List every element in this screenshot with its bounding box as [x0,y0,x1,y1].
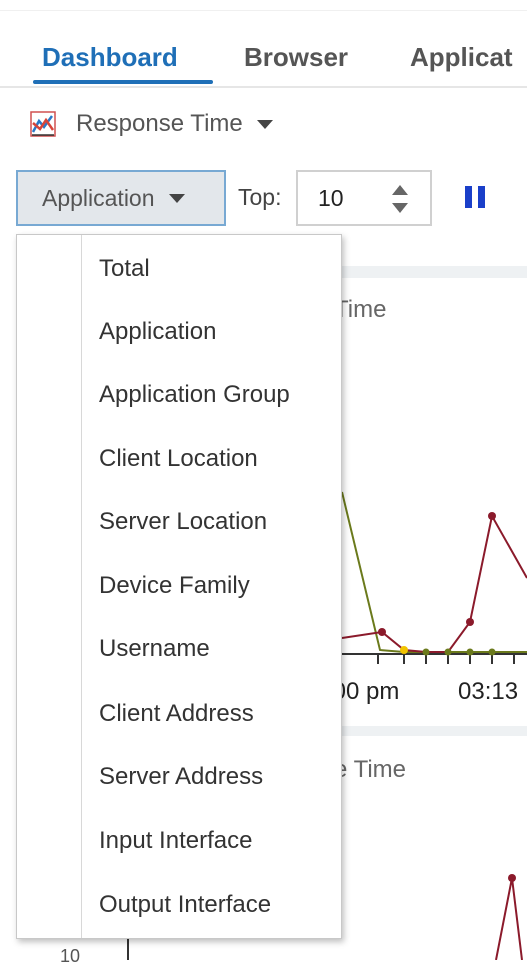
menu-item-server-address[interactable]: Server Address [99,757,339,797]
menu-item-server-location[interactable]: Server Location [99,502,339,542]
menu-item-application-group[interactable]: Application Group [99,375,339,415]
report-selector[interactable]: Response Time [30,106,273,142]
pause-icon[interactable] [462,184,488,210]
menu-item-output-interface[interactable]: Output Interface [99,885,339,925]
top-count-input[interactable] [318,183,378,213]
tab-browser[interactable]: Browser [244,42,348,73]
stepper-arrows-icon[interactable] [390,182,410,216]
report-label: Response Time [76,110,243,137]
menu-item-client-address[interactable]: Client Address [99,694,339,734]
tab-applications[interactable]: Applicat [410,42,513,73]
active-tab-indicator [33,80,213,84]
group-by-label: Application [42,184,155,211]
top-count-stepper[interactable] [296,170,432,226]
tab-bar: Dashboard Browser Applicat [0,0,527,88]
menu-item-device-family[interactable]: Device Family [99,566,339,606]
menu-item-application[interactable]: Application [99,312,339,352]
group-by-dropdown-button[interactable]: Application [16,170,226,226]
group-by-menu: Total Application Application Group Clie… [16,234,342,939]
menu-item-client-location[interactable]: Client Location [99,439,339,479]
x-tick-label: 03:13 [458,678,519,705]
y-tick-label: 10 [60,946,81,966]
chevron-down-icon [256,119,273,129]
chart-title-2: e Time [334,756,407,783]
menu-icon-gutter [81,235,82,938]
menu-item-input-interface[interactable]: Input Interface [99,821,339,861]
top-label: Top: [238,184,282,210]
menu-item-total[interactable]: Total [99,249,339,289]
chevron-down-icon [168,193,185,203]
tab-dashboard[interactable]: Dashboard [42,42,178,73]
response-time-chart-icon [30,111,56,137]
menu-item-username[interactable]: Username [99,629,339,669]
